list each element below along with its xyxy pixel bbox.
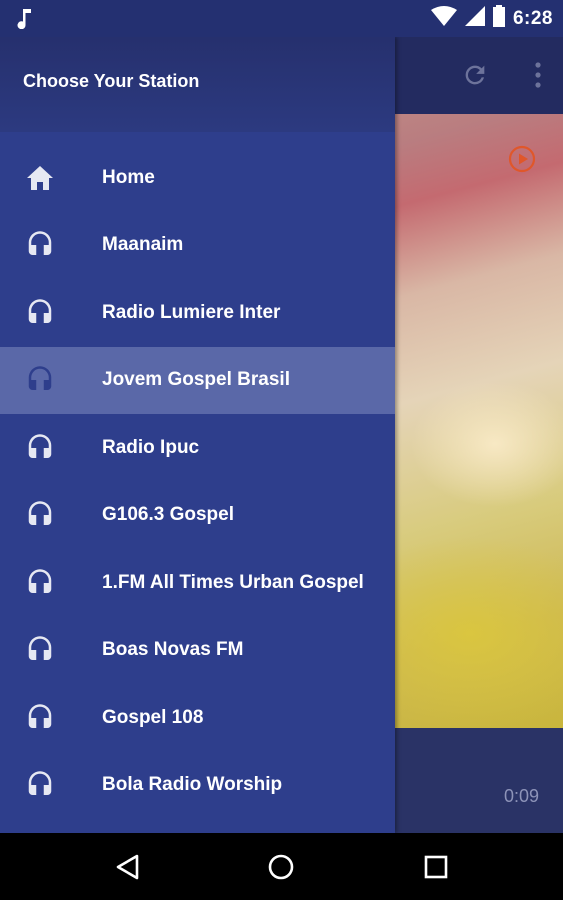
signal-icon (464, 6, 485, 31)
drawer-item-label: Radio Lumiere Inter (102, 301, 281, 323)
home-icon (25, 163, 55, 193)
headphones-icon (25, 770, 55, 800)
recents-icon[interactable] (420, 851, 452, 883)
drawer-title: Choose Your Station (23, 71, 200, 91)
wifi-icon (430, 6, 457, 31)
music-note-icon (16, 7, 34, 34)
drawer-item-station[interactable]: Maanaim (0, 212, 395, 280)
station-list: Home Maanaim Radio Lumiere Inter Jovem G… (0, 144, 395, 819)
battery-icon (492, 5, 505, 32)
system-nav-bar (0, 833, 563, 900)
more-vert-icon[interactable] (533, 61, 543, 94)
headphones-icon (25, 635, 55, 665)
headphones-icon (25, 230, 55, 260)
headphones-icon (25, 703, 55, 733)
drawer-header: Choose Your Station (0, 37, 395, 132)
play-circle-icon[interactable] (507, 144, 537, 179)
drawer-item-label: Radio Ipuc (102, 436, 200, 458)
drawer-item-station[interactable]: Bola Radio Worship (0, 752, 395, 820)
drawer-item-label: Bola Radio Worship (102, 774, 283, 796)
drawer-item-station[interactable]: Gospel 108 (0, 684, 395, 752)
drawer-item-label: 1.FM All Times Urban Gospel (102, 571, 364, 593)
status-time: 6:28 (512, 7, 553, 29)
headphones-icon (25, 500, 55, 530)
drawer-item-station[interactable]: Radio Lumiere Inter (0, 279, 395, 347)
elapsed-time: 0:09 (503, 786, 539, 806)
status-bar: 6:28 (0, 0, 563, 37)
drawer-item-station[interactable]: G106.3 Gospel (0, 482, 395, 550)
drawer-item-label: Home (102, 166, 155, 188)
refresh-icon[interactable] (461, 61, 489, 94)
drawer-item-station[interactable]: 1.FM All Times Urban Gospel (0, 549, 395, 617)
headphones-icon (25, 365, 55, 395)
drawer-item-label: Boas Novas FM (102, 639, 244, 661)
drawer-item-label: Maanaim (102, 234, 184, 256)
drawer-item-home[interactable]: Home (0, 144, 395, 212)
navigation-drawer: Choose Your Station Home Maanaim Radio L… (0, 37, 395, 833)
drawer-item-label: Gospel 108 (102, 706, 204, 728)
drawer-item-station[interactable]: Boas Novas FM (0, 617, 395, 685)
drawer-item-label: Jovem Gospel Brasil (102, 369, 290, 391)
drawer-item-station[interactable]: Radio Ipuc (0, 414, 395, 482)
drawer-item-label: G106.3 Gospel (102, 504, 235, 526)
headphones-icon (25, 568, 55, 598)
back-icon[interactable] (112, 851, 144, 883)
drawer-item-station-selected[interactable]: Jovem Gospel Brasil (0, 346, 395, 414)
headphones-icon (25, 433, 55, 463)
headphones-icon (25, 298, 55, 328)
home-circle-icon[interactable] (265, 851, 297, 883)
